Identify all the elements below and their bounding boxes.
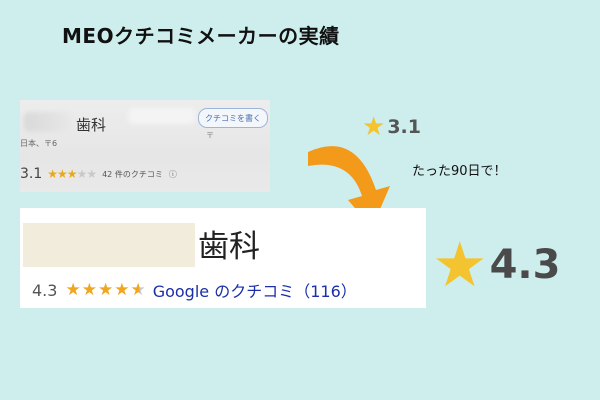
star-icon: ★ (114, 280, 131, 300)
clinic-name: 歯科 (198, 229, 260, 265)
star-icon: ★ (66, 167, 78, 181)
clinic-name: 歯科 (76, 116, 107, 134)
blurred-text (23, 223, 195, 267)
address-text: 日本、〒6 (20, 139, 58, 148)
star-icon: ★ (65, 280, 82, 300)
review-count: 42 件のクチコミ (102, 169, 163, 179)
before-screenshot: 歯科 クチコミを書く 日本、〒6 〒 3.1 ★★★★★ 42 件のクチコミ ⓘ (20, 100, 270, 192)
blurred-text (128, 108, 196, 124)
page-title: MEOクチコミメーカーの実績 (62, 24, 340, 48)
after-screenshot: 歯科 4.3 ★★★★★ Google のクチコミ（116） (20, 208, 426, 308)
star-icon: ★ (57, 167, 68, 181)
star-rating: ★★★★★ (47, 167, 97, 181)
star-icon: ★ (97, 280, 115, 300)
after-rating-badge: ★ 4.3 (432, 234, 560, 296)
caption-text: たった90日で！ (412, 164, 507, 179)
rating-value: 3.1 (20, 166, 43, 182)
google-reviews-link[interactable]: Google のクチコミ（116） (153, 278, 357, 302)
write-review-button[interactable]: クチコミを書く (198, 108, 268, 128)
rating-value: 4.3 (489, 242, 561, 288)
rating-row: 4.3 ★★★★★ Google のクチコミ（116） (32, 278, 357, 302)
info-icon[interactable]: ⓘ (169, 169, 177, 180)
star-icon: ★ (86, 167, 97, 181)
star-icon: ★ (81, 280, 98, 300)
half-star-icon: ★ (130, 280, 147, 300)
star-icon: ★ (47, 167, 58, 181)
blurred-text (24, 112, 70, 132)
star-icon: ★ (432, 228, 488, 301)
star-rating: ★★★★★ (65, 280, 146, 300)
star-icon: ★ (76, 167, 88, 181)
rating-value: 4.3 (32, 280, 58, 300)
rating-row: 3.1 ★★★★★ 42 件のクチコミ ⓘ (20, 166, 177, 182)
side-text: 〒 (206, 131, 214, 140)
